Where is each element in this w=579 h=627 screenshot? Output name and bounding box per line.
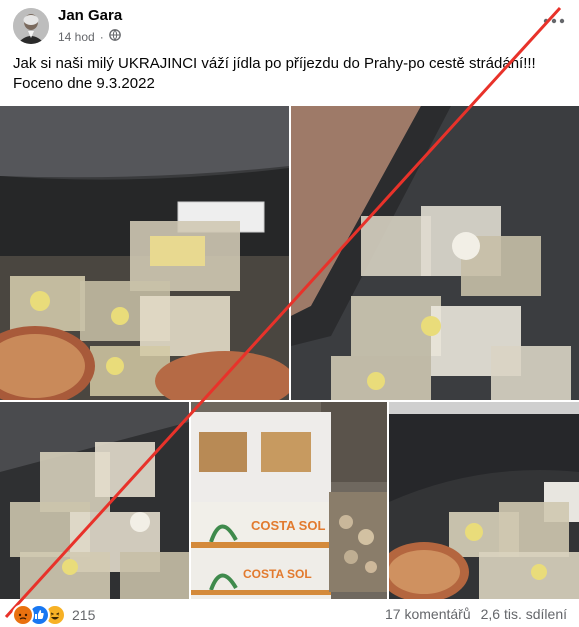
comments-count-link[interactable]: 17 komentářů — [385, 606, 471, 622]
post-text-line-2: Foceno dne 9.3.2022 — [13, 75, 155, 92]
post-footer: 215 17 komentářů 2,6 tis. sdílení — [0, 601, 579, 627]
post-time[interactable]: 14 hod — [58, 30, 95, 44]
post-text: Jak si naši milý UKRAJINCI váží jídla po… — [13, 54, 563, 94]
reaction-count: 215 — [72, 607, 96, 623]
author-avatar[interactable] — [13, 8, 49, 44]
photo-2[interactable] — [291, 106, 579, 400]
post-stats: 17 komentářů 2,6 tis. sdílení — [385, 606, 567, 622]
angry-icon — [12, 604, 34, 626]
post-meta: 14 hod · — [58, 29, 121, 44]
shares-count-link[interactable]: 2,6 tis. sdílení — [481, 606, 567, 622]
photo-5[interactable] — [389, 402, 579, 599]
dot-separator: · — [99, 29, 104, 44]
post-header: Jan Gara 14 hod · — [0, 0, 579, 50]
box-brand-label-1: COSTA SOL — [251, 518, 325, 533]
more-options-icon[interactable] — [543, 8, 565, 29]
photo-1[interactable] — [0, 106, 289, 400]
author-name[interactable]: Jan Gara — [58, 7, 122, 24]
photo-grid: COSTA SOL COSTA SOL — [0, 106, 579, 599]
photo-4[interactable]: COSTA SOL COSTA SOL — [191, 402, 387, 599]
photo-3[interactable] — [0, 402, 189, 599]
post-text-line-1: Jak si naši milý UKRAJINCI váží jídla po… — [13, 55, 536, 72]
globe-icon — [108, 29, 121, 44]
reaction-summary[interactable]: 215 — [12, 604, 95, 626]
box-brand-label-2: COSTA SOL — [243, 567, 312, 581]
